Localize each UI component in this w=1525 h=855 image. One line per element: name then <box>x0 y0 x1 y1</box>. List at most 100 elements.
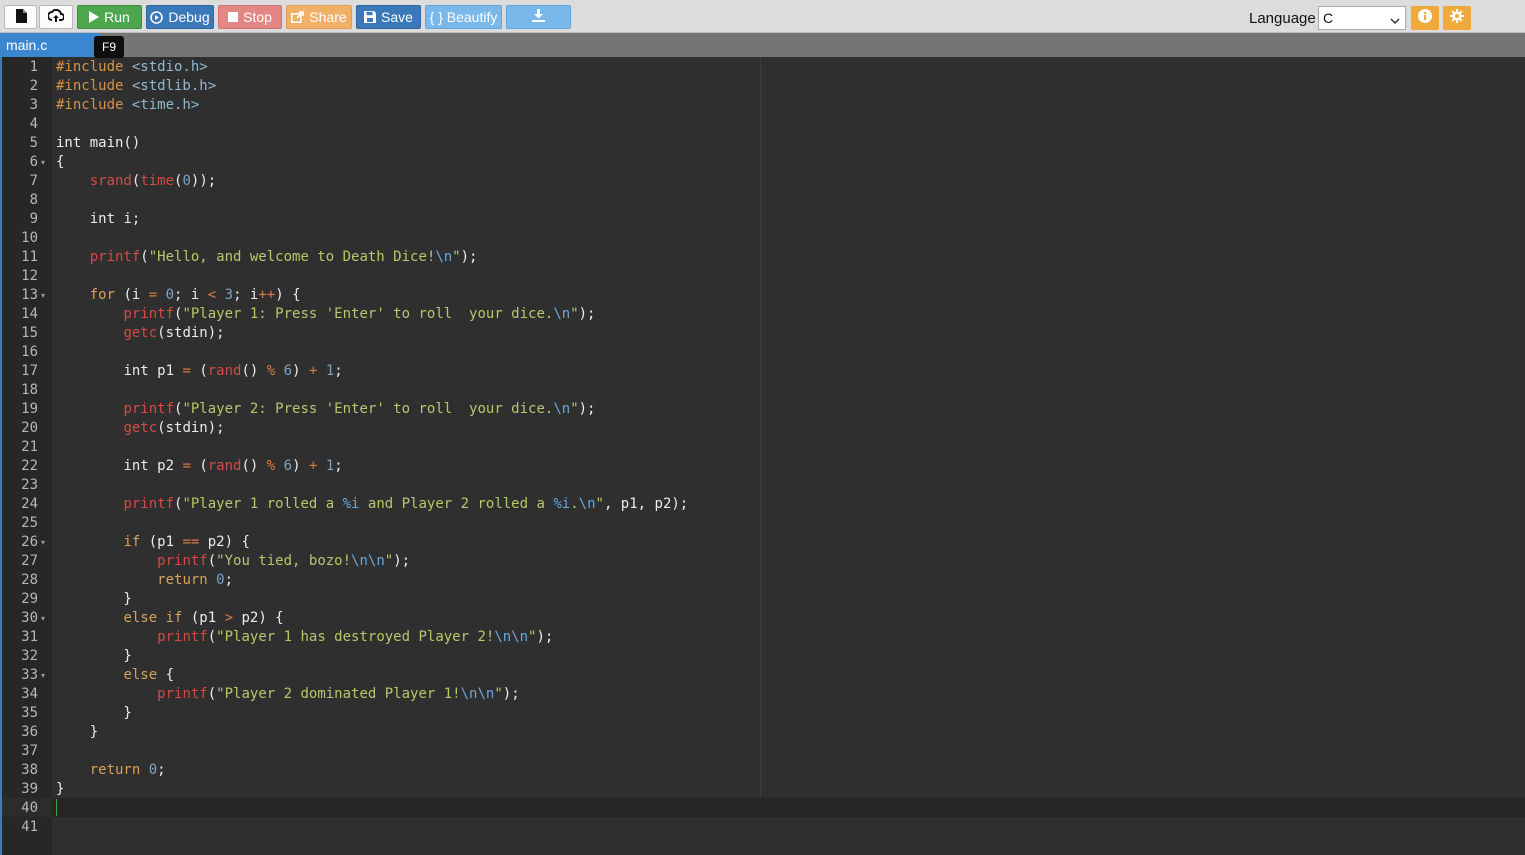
code-token: 1 <box>325 458 335 474</box>
code-line[interactable]: 39} <box>0 780 1525 799</box>
code-line[interactable]: 10 <box>0 229 1525 248</box>
code-text: #include <stdio.h> <box>56 58 208 77</box>
code-line[interactable]: 33 ▾ else { <box>0 666 1525 685</box>
code-line[interactable]: 21 <box>0 438 1525 457</box>
debug-button[interactable]: Debug <box>146 5 214 29</box>
line-number: 5 <box>29 135 38 151</box>
code-text: } <box>56 704 131 723</box>
info-button[interactable] <box>1411 6 1439 30</box>
code-line[interactable]: 13 ▾ for (i = 0; i < 3; i++) { <box>0 286 1525 305</box>
code-line[interactable]: 14 printf("Player 1: Press 'Enter' to ro… <box>0 305 1525 324</box>
line-number: 36 <box>21 724 38 740</box>
code-line[interactable]: 34 printf("Player 2 dominated Player 1!\… <box>0 685 1525 704</box>
code-line[interactable]: 18 <box>0 381 1525 400</box>
code-token: < <box>207 287 217 303</box>
code-line[interactable]: 22 int p2 = (rand() % 6) + 1; <box>0 457 1525 476</box>
tab-main-c[interactable]: main.c <box>0 33 100 57</box>
code-line[interactable]: 36 } <box>0 723 1525 742</box>
fold-arrow-icon[interactable]: ▾ <box>41 666 49 685</box>
code-token: p1 <box>157 363 183 379</box>
code-token: ( <box>207 686 217 702</box>
settings-button[interactable] <box>1443 6 1471 30</box>
code-line[interactable]: 9 int i; <box>0 210 1525 229</box>
code-token: printf <box>157 553 208 569</box>
gear-icon <box>1450 8 1464 28</box>
code-line[interactable]: 30 ▾ else if (p1 > p2) { <box>0 609 1525 628</box>
code-line[interactable]: 32 } <box>0 647 1525 666</box>
code-token: ( <box>190 363 208 379</box>
beautify-button[interactable]: { } Beautify <box>425 5 502 29</box>
code-token: " <box>570 401 579 417</box>
line-number: 34 <box>21 686 38 702</box>
line-number: 2 <box>29 78 38 94</box>
code-token: ( <box>207 553 217 569</box>
line-number: 25 <box>21 515 38 531</box>
code-line[interactable]: 12 <box>0 267 1525 286</box>
code-text: printf("Player 1: Press 'Enter' to roll … <box>56 305 595 324</box>
share-label: Share <box>309 9 347 25</box>
run-button[interactable]: Run <box>77 5 142 29</box>
code-line[interactable]: 23 <box>0 476 1525 495</box>
code-token: (i <box>123 287 149 303</box>
fold-arrow-icon[interactable]: ▾ <box>41 609 49 628</box>
save-button[interactable]: Save <box>356 5 421 29</box>
code-line[interactable]: 40 <box>0 799 1525 818</box>
code-line[interactable]: 25 <box>0 514 1525 533</box>
code-token: ; <box>157 762 166 778</box>
code-line[interactable]: 24 printf("Player 1 rolled a %i and Play… <box>0 495 1525 514</box>
code-token: getc <box>123 420 158 436</box>
code-line[interactable]: 7 srand(time(0)); <box>0 172 1525 191</box>
line-number: 30 <box>21 610 38 626</box>
code-line[interactable]: 5 int main() <box>0 134 1525 153</box>
code-line[interactable]: 3 #include <time.h> <box>0 96 1525 115</box>
fold-arrow-icon[interactable]: ▾ <box>41 286 49 305</box>
code-line[interactable]: 17 int p1 = (rand() % 6) + 1; <box>0 362 1525 381</box>
language-select[interactable]: C <box>1318 6 1406 30</box>
code-editor[interactable]: 1 #include <stdio.h> 2 #include <stdlib.h> 3… <box>0 57 1525 855</box>
share-button[interactable]: Share <box>286 5 352 29</box>
code-line[interactable]: 6 ▾ { <box>0 153 1525 172</box>
code-line[interactable]: 41 <box>0 818 1525 837</box>
code-line[interactable]: 38 return 0; <box>0 761 1525 780</box>
new-file-button[interactable] <box>4 5 37 29</box>
code-token: \n <box>553 306 571 322</box>
code-line[interactable]: 19 printf("Player 2: Press 'Enter' to ro… <box>0 400 1525 419</box>
code-line[interactable]: 26 ▾ if (p1 == p2) { <box>0 533 1525 552</box>
code-token: } <box>56 724 99 740</box>
code-line[interactable]: 28 return 0; <box>0 571 1525 590</box>
code-token: %i <box>342 496 360 512</box>
fold-arrow-icon[interactable]: ▾ <box>41 153 49 172</box>
code-line[interactable]: 8 <box>0 191 1525 210</box>
code-token: getc <box>123 325 158 341</box>
code-line[interactable]: 31 printf("Player 1 has destroyed Player… <box>0 628 1525 647</box>
tab-label: main.c <box>6 37 48 53</box>
code-line[interactable]: 4 <box>0 115 1525 134</box>
download-button[interactable] <box>506 5 571 29</box>
code-token: int <box>123 363 158 379</box>
code-text: int p2 = (rand() % 6) + 1; <box>56 457 342 476</box>
code-text: getc(stdin); <box>56 419 224 438</box>
fold-arrow-icon[interactable]: ▾ <box>41 533 49 552</box>
code-line[interactable]: 15 getc(stdin); <box>0 324 1525 343</box>
stop-button[interactable]: Stop <box>218 5 282 29</box>
code-line[interactable]: 16 <box>0 343 1525 362</box>
code-line[interactable]: 35 } <box>0 704 1525 723</box>
code-line[interactable]: 1 #include <stdio.h> <box>0 58 1525 77</box>
code-line[interactable]: 27 printf("You tied, bozo!\n\n"); <box>0 552 1525 571</box>
upload-file-button[interactable] <box>39 5 73 29</box>
code-token: srand <box>89 173 132 189</box>
code-line[interactable]: 2 #include <stdlib.h> <box>0 77 1525 96</box>
code-token: ( <box>140 249 149 265</box>
code-line[interactable]: 20 getc(stdin); <box>0 419 1525 438</box>
file-icon <box>15 8 27 26</box>
code-token: ( <box>190 458 208 474</box>
code-text: int i; <box>56 210 141 229</box>
code-line[interactable]: 11 printf("Hello, and welcome to Death D… <box>0 248 1525 267</box>
code-line[interactable]: 29 } <box>0 590 1525 609</box>
code-line[interactable]: 37 <box>0 742 1525 761</box>
code-token: \n\n <box>460 686 495 702</box>
